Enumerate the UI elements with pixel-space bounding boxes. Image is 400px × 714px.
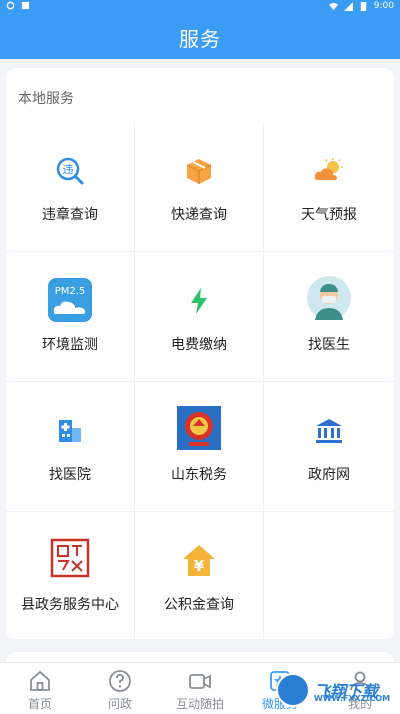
service-label: 电费缴纳 (171, 337, 227, 353)
violation-glyph: 违 (63, 163, 74, 176)
doctor-icon (307, 276, 351, 320)
signal-icon (343, 1, 353, 11)
status-time: 9:00 (373, 1, 394, 11)
pm25-badge-text: PM2.5 (55, 286, 86, 297)
government-building-icon (306, 408, 352, 454)
page-title: 服务 (179, 27, 221, 51)
weather-icon (306, 148, 352, 194)
electricity-bolt-icon (176, 278, 222, 324)
tab-home[interactable]: 首页 (0, 663, 80, 714)
tab-interactive-photo[interactable]: 互动随拍 (160, 663, 240, 714)
question-icon (109, 670, 131, 692)
empty-cell (264, 512, 394, 640)
service-county-gov-center[interactable]: 县政务服务中心 (6, 512, 135, 640)
service-housing-fund[interactable]: ¥ 公积金查询 (135, 512, 264, 640)
service-label: 找医生 (308, 337, 350, 353)
service-express-query[interactable]: 快递查询 (135, 122, 264, 252)
service-label: 天气预报 (301, 207, 357, 223)
service-label: 快递查询 (171, 207, 227, 223)
home-icon (30, 670, 50, 691)
service-government-site[interactable]: 政府网 (264, 382, 394, 512)
housing-fund-icon: ¥ (176, 538, 222, 584)
settings-notification-icon (6, 1, 15, 10)
watermark: 飞翔下载 WWW.FXXZ.COM (276, 668, 394, 712)
service-find-doctor[interactable]: 找医生 (264, 252, 394, 382)
service-label: 县政务服务中心 (21, 597, 119, 613)
express-query-icon (176, 148, 222, 194)
violation-query-icon: 违 (47, 148, 93, 194)
service-label: 找医院 (49, 467, 91, 483)
tab-label: 首页 (27, 697, 52, 711)
watermark-logo-icon (276, 673, 310, 707)
service-shandong-tax[interactable]: 山东税务 (135, 382, 264, 512)
tab-label: 互动随拍 (175, 697, 224, 711)
header: 服务 (0, 14, 400, 59)
service-electricity-bill[interactable]: 电费缴纳 (135, 252, 264, 382)
service-weather[interactable]: 天气预报 (264, 122, 394, 252)
service-label: 公积金查询 (164, 597, 234, 613)
service-find-hospital[interactable]: 找医院 (6, 382, 135, 512)
tab-inquiry[interactable]: 问政 (80, 663, 160, 714)
camera-icon (189, 674, 211, 689)
hospital-icon (47, 408, 93, 454)
service-violation-query[interactable]: 违 违章查询 (6, 122, 135, 252)
wifi-icon (328, 2, 338, 10)
service-label: 环境监测 (42, 337, 98, 353)
section-title: 本地服务 (18, 91, 74, 107)
fund-glyph: ¥ (194, 557, 205, 575)
service-label: 政府网 (308, 467, 350, 483)
watermark-subtext: WWW.FXXZ.COM (314, 694, 391, 703)
tab-label: 问政 (107, 697, 132, 711)
service-label: 违章查询 (42, 207, 98, 223)
service-label: 山东税务 (171, 467, 227, 483)
battery-icon (360, 1, 366, 11)
pm25-monitor-icon: PM2.5 (48, 278, 92, 322)
service-grid: 违 违章查询 快递查询 天气预报 PM2.5 环境监测 电费缴纳 找医生 找医院… (6, 122, 394, 640)
tax-emblem-icon (177, 406, 221, 450)
seal-icon (50, 538, 90, 578)
service-environment-monitor[interactable]: PM2.5 环境监测 (6, 252, 135, 382)
app-notification-icon (21, 1, 30, 10)
local-services-card: 本地服务 违 违章查询 快递查询 天气预报 PM2.5 环境监测 电费缴纳 找医… (6, 68, 394, 640)
status-bar: 9:00 (0, 0, 400, 14)
